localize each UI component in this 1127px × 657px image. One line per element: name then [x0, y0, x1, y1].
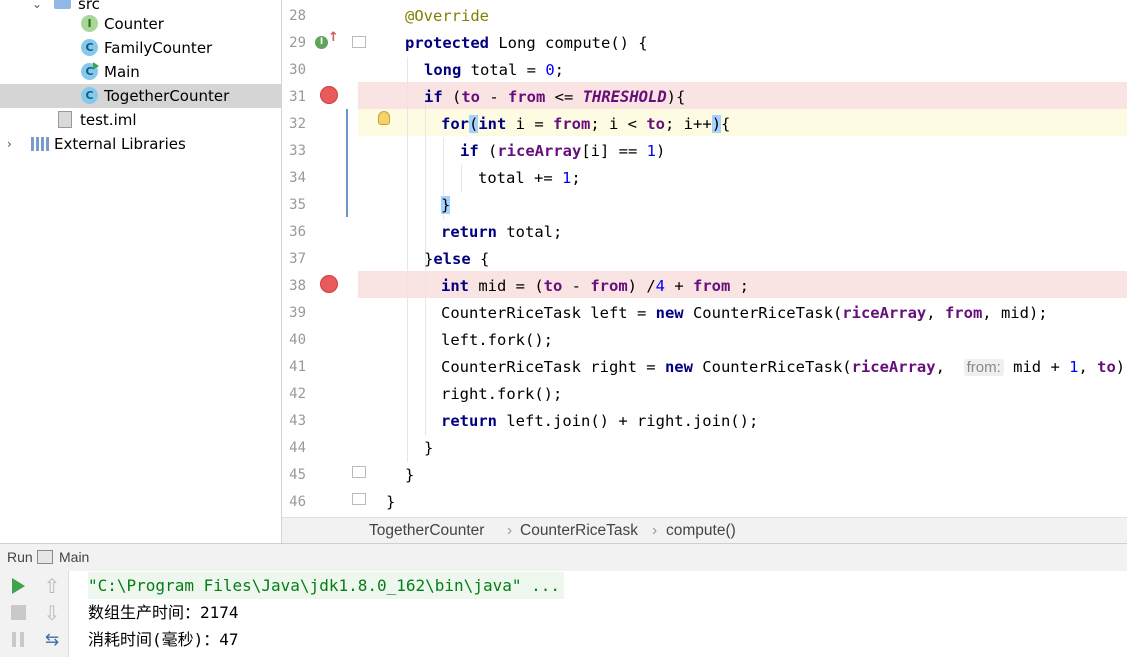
- code-area[interactable]: @Override protected Long compute() { lon…: [282, 0, 1127, 517]
- folder-icon: [54, 0, 71, 9]
- chevron-right-icon[interactable]: ›: [7, 132, 12, 156]
- tree-item-togethercounter[interactable]: C TogetherCounter: [0, 84, 281, 108]
- run-toolbar: ⇧ ⇩ ⇆: [0, 571, 69, 657]
- down-icon[interactable]: ⇩: [41, 602, 63, 624]
- library-icon: [31, 137, 49, 151]
- tree-item-familycounter[interactable]: C FamilyCounter: [0, 36, 281, 60]
- console-line: "C:\Program Files\Java\jdk1.8.0_162\bin\…: [88, 572, 565, 599]
- tree-item-label: External Libraries: [54, 135, 186, 153]
- breadcrumb-item[interactable]: compute(): [666, 522, 736, 540]
- breadcrumb: TogetherCounter › CounterRiceTask › comp…: [282, 517, 1127, 544]
- run-console[interactable]: ⇧ ⇩ ⇆ "C:\Program Files\Java\jdk1.8.0_16…: [0, 571, 1127, 657]
- code-line: }: [441, 196, 451, 214]
- file-icon: [58, 111, 72, 128]
- project-tree: ⌄ src I Counter C FamilyCounter C Main C…: [0, 0, 282, 543]
- run-icon[interactable]: [8, 575, 30, 597]
- pause-icon[interactable]: [8, 629, 30, 651]
- code-line: left.fork();: [441, 331, 553, 349]
- code-line: return total;: [441, 223, 563, 241]
- tree-item-label: TogetherCounter: [104, 87, 230, 105]
- console-line: 消耗时间(毫秒)：47: [88, 630, 239, 649]
- tree-item-counter[interactable]: I Counter: [0, 12, 281, 36]
- code-line: if (to - from <= THRESHOLD){: [424, 88, 686, 106]
- run-tool-window-header: Run Main: [0, 543, 1127, 572]
- code-line: for(int i = from; i < to; i++){: [441, 115, 731, 133]
- app-config-icon: [37, 550, 53, 564]
- stop-icon[interactable]: [8, 602, 30, 624]
- code-line: right.fork();: [441, 385, 563, 403]
- code-line: int mid = (to - from) /4 + from ;: [441, 277, 749, 295]
- parameter-hint: from:: [963, 359, 1004, 376]
- code-line: CounterRiceTask right = new CounterRiceT…: [441, 358, 1127, 376]
- tree-item-label: Counter: [104, 15, 164, 33]
- run-config-tab[interactable]: Main: [59, 549, 89, 565]
- tree-item-test-iml[interactable]: test.iml: [0, 108, 281, 132]
- tree-item-label: Main: [104, 63, 140, 81]
- run-tab-label[interactable]: Run: [7, 549, 33, 565]
- tree-item-main[interactable]: C Main: [0, 60, 281, 84]
- code-line: protected Long compute() {: [405, 34, 648, 52]
- breadcrumb-separator: ›: [507, 522, 513, 539]
- code-editor[interactable]: 28 29 30 31 32 33 34 35 36 37 38 39 40 4…: [282, 0, 1127, 517]
- breadcrumb-item[interactable]: CounterRiceTask: [520, 522, 638, 540]
- tree-item-label: test.iml: [80, 111, 137, 129]
- console-line: 数组生产时间：2174: [88, 603, 239, 622]
- code-line: return left.join() + right.join();: [441, 412, 759, 430]
- code-line: @Override: [405, 7, 489, 25]
- wrap-icon[interactable]: ⇆: [41, 629, 63, 651]
- code-line: }: [424, 439, 434, 457]
- tree-item-label: FamilyCounter: [104, 39, 213, 57]
- code-line: CounterRiceTask left = new CounterRiceTa…: [441, 304, 1048, 322]
- tree-item-external-libraries[interactable]: › External Libraries: [0, 132, 281, 156]
- code-line: }: [405, 466, 415, 484]
- interface-icon: I: [81, 15, 98, 32]
- up-icon[interactable]: ⇧: [41, 575, 63, 597]
- breadcrumb-separator: ›: [652, 522, 658, 539]
- code-line: }: [386, 493, 396, 511]
- code-line: if (riceArray[i] == 1): [460, 142, 666, 160]
- breadcrumb-item[interactable]: TogetherCounter: [369, 522, 484, 540]
- class-icon: C: [81, 87, 98, 104]
- run-marker-icon: [93, 62, 99, 70]
- code-line: }else {: [424, 250, 490, 268]
- code-line: total += 1;: [478, 169, 581, 187]
- code-line: long total = 0;: [424, 61, 565, 79]
- class-icon: C: [81, 39, 98, 56]
